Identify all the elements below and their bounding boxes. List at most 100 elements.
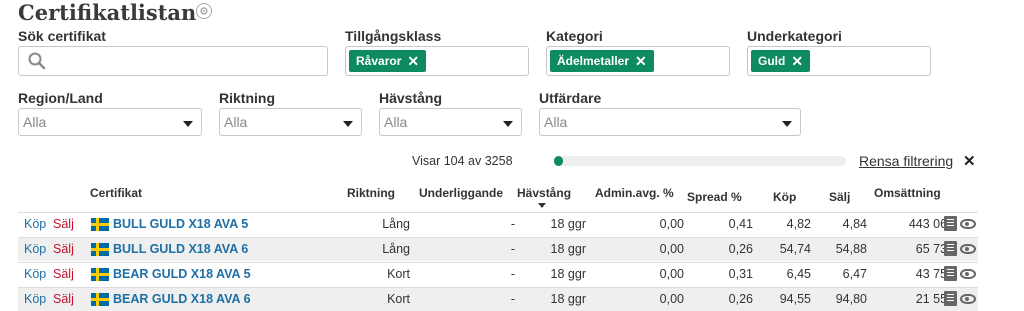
col-header-direction[interactable]: Riktning	[347, 186, 395, 200]
cell-admin-fee: 0,00	[659, 267, 684, 281]
category-label: Kategori	[546, 28, 603, 44]
cell-direction: Kort	[387, 292, 410, 306]
cell-spread: 0,26	[728, 242, 753, 256]
cell-admin-fee: 0,00	[659, 217, 684, 231]
certificate-name-link[interactable]: BEAR GULD X18 AVA 6	[113, 292, 251, 306]
chevron-down-icon	[343, 121, 353, 127]
sell-link[interactable]: Sälj	[53, 217, 74, 231]
close-icon[interactable]: ✕	[791, 53, 803, 70]
buy-link[interactable]: Köp	[24, 217, 46, 231]
document-icon[interactable]	[944, 266, 957, 281]
results-count: Visar 104 av 3258	[412, 154, 513, 168]
target-icon[interactable]: ⊙	[196, 3, 212, 19]
issuer-label: Utfärdare	[539, 90, 602, 106]
asset-class-chip-label: Råvaror	[356, 54, 402, 68]
cell-admin-fee: 0,00	[659, 242, 684, 256]
subcategory-chip-label: Guld	[758, 54, 786, 68]
direction-value: Alla	[224, 114, 248, 130]
direction-select[interactable]: Alla	[219, 108, 362, 136]
chevron-down-icon	[782, 121, 792, 127]
buy-link[interactable]: Köp	[24, 242, 46, 256]
asset-class-chip[interactable]: Råvaror ✕	[349, 50, 427, 72]
close-icon[interactable]: ✕	[407, 53, 419, 70]
issuer-select[interactable]: Alla	[539, 108, 801, 136]
eye-icon[interactable]	[960, 244, 976, 254]
cell-spread: 0,41	[728, 217, 753, 231]
asset-class-field[interactable]: Råvaror ✕	[345, 46, 529, 76]
subcategory-chip[interactable]: Guld ✕	[751, 50, 811, 72]
document-icon[interactable]	[944, 241, 957, 256]
reset-filter-link[interactable]: Rensa filtrering	[859, 153, 953, 169]
col-header-sell[interactable]: Sälj	[829, 190, 850, 204]
cell-buy: 54,74	[779, 242, 811, 256]
category-chip[interactable]: Ädelmetaller ✕	[550, 50, 654, 72]
col-header-turnover[interactable]: Omsättning	[874, 186, 941, 200]
cell-buy: 94,55	[779, 292, 811, 306]
subcategory-field[interactable]: Guld ✕	[747, 46, 931, 76]
eye-icon[interactable]	[960, 294, 976, 304]
certificate-name-link[interactable]: BULL GULD X18 AVA 5	[113, 217, 248, 231]
results-progress	[554, 156, 846, 166]
col-header-leverage[interactable]: Hävstång	[517, 186, 571, 200]
document-icon[interactable]	[944, 216, 957, 231]
cell-underlying: -	[510, 292, 515, 306]
cell-underlying: -	[510, 217, 515, 231]
cell-buy: 4,82	[786, 217, 811, 231]
buy-link[interactable]: Köp	[24, 292, 46, 306]
page-title: Certifikatlistan	[18, 0, 197, 25]
col-header-buy[interactable]: Köp	[773, 190, 796, 204]
cell-spread: 0,31	[728, 267, 753, 281]
eye-icon[interactable]	[960, 269, 976, 279]
leverage-label: Hävstång	[379, 90, 443, 106]
sell-link[interactable]: Sälj	[53, 292, 74, 306]
leverage-select[interactable]: Alla	[379, 108, 522, 136]
col-header-spread[interactable]: Spread %	[687, 190, 742, 204]
category-chip-label: Ädelmetaller	[557, 54, 630, 68]
cell-sell: 94,80	[835, 292, 867, 306]
sell-link[interactable]: Sälj	[53, 242, 74, 256]
cell-buy: 6,45	[786, 267, 811, 281]
chevron-down-icon	[183, 121, 193, 127]
search-input[interactable]	[18, 46, 328, 76]
cell-admin-fee: 0,00	[659, 292, 684, 306]
col-header-admin-fee[interactable]: Admin.avg. %	[595, 186, 674, 200]
eye-icon[interactable]	[960, 219, 976, 229]
direction-label: Riktning	[219, 90, 275, 106]
cell-direction: Kort	[387, 267, 410, 281]
swedish-flag-icon	[91, 218, 109, 231]
col-header-underlying[interactable]: Underliggande	[419, 186, 503, 200]
leverage-value: Alla	[384, 114, 408, 130]
swedish-flag-icon	[91, 268, 109, 281]
col-header-certificate[interactable]: Certifikat	[90, 186, 142, 200]
cell-underlying: -	[510, 267, 515, 281]
close-icon[interactable]: ✕	[963, 152, 976, 170]
asset-class-label: Tillgångsklass	[345, 28, 442, 44]
cell-sell: 6,47	[842, 267, 867, 281]
region-value: Alla	[23, 114, 47, 130]
certificate-name-link[interactable]: BULL GULD X18 AVA 6	[113, 242, 248, 256]
category-field[interactable]: Ädelmetaller ✕	[546, 46, 730, 76]
close-icon[interactable]: ✕	[635, 53, 647, 70]
cell-underlying: -	[510, 242, 515, 256]
issuer-value: Alla	[544, 114, 568, 130]
table-row[interactable]: Köp Sälj BULL GULD X18 AVA 6 Lång - 18 ggr 0,0…	[18, 237, 978, 261]
table-row[interactable]: Köp Sälj BEAR GULD X18 AVA 6 Kort - 18 ggr 0,0…	[18, 287, 978, 311]
swedish-flag-icon	[91, 293, 109, 306]
table-row[interactable]: Köp Sälj BULL GULD X18 AVA 5 Lång - 18 ggr 0,0…	[18, 212, 978, 236]
cell-leverage: 18 ggr	[550, 242, 586, 256]
cell-leverage: 18 ggr	[550, 292, 586, 306]
document-icon[interactable]	[944, 291, 957, 306]
certificate-name-link[interactable]: BEAR GULD X18 AVA 5	[113, 267, 251, 281]
subcategory-label: Underkategori	[747, 28, 842, 44]
sort-down-icon	[538, 203, 546, 208]
region-select[interactable]: Alla	[18, 108, 202, 136]
swedish-flag-icon	[91, 243, 109, 256]
cell-sell: 4,84	[842, 217, 867, 231]
buy-link[interactable]: Köp	[24, 267, 46, 281]
search-icon	[28, 52, 46, 70]
table-row[interactable]: Köp Sälj BEAR GULD X18 AVA 5 Kort - 18 ggr 0,0…	[18, 262, 978, 286]
cell-direction: Lång	[382, 242, 410, 256]
region-label: Region/Land	[18, 90, 103, 106]
cell-spread: 0,26	[728, 292, 753, 306]
sell-link[interactable]: Sälj	[53, 267, 74, 281]
